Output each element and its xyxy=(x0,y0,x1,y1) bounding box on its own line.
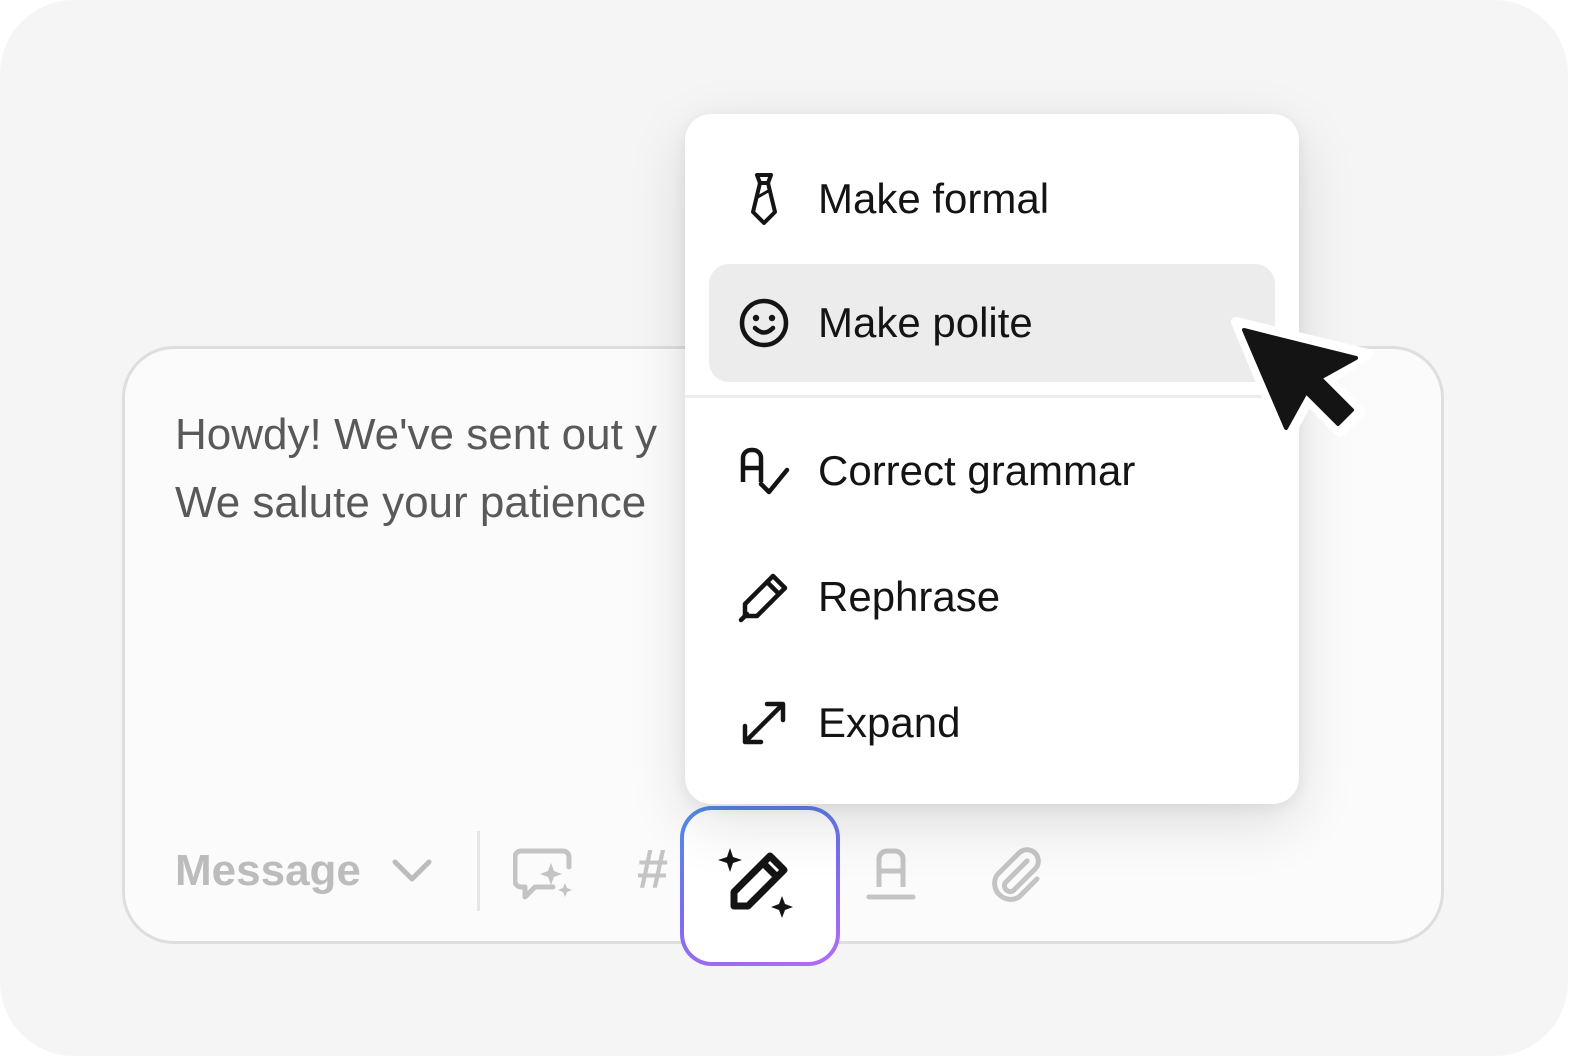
text-format-icon[interactable] xyxy=(863,843,927,907)
smiley-icon xyxy=(739,298,789,348)
menu-separator xyxy=(685,395,1299,398)
mode-label: Message xyxy=(175,846,361,895)
grammar-check-icon xyxy=(740,447,790,495)
menu-item-correct-grammar[interactable]: Correct grammar xyxy=(709,412,1275,530)
ai-rewrite-button-inner xyxy=(684,810,836,962)
pencil-icon xyxy=(738,573,788,623)
menu-label-correct-grammar: Correct grammar xyxy=(818,447,1136,494)
mode-select[interactable]: Message xyxy=(175,837,433,905)
expand-arrows-icon xyxy=(742,701,786,745)
ai-actions-menu: Make formal Make polite Correct grammar xyxy=(685,114,1299,804)
mouse-pointer-icon xyxy=(1231,317,1373,447)
hash-icon[interactable]: # xyxy=(637,835,668,903)
menu-label-make-polite: Make polite xyxy=(818,299,1033,346)
menu-item-expand[interactable]: Expand xyxy=(709,664,1275,782)
chat-sparkle-icon[interactable] xyxy=(513,843,577,907)
menu-item-make-formal[interactable]: Make formal xyxy=(709,140,1275,258)
menu-label-rephrase: Rephrase xyxy=(818,573,1001,620)
ai-rewrite-button[interactable] xyxy=(680,806,840,966)
paperclip-icon[interactable] xyxy=(983,843,1047,907)
menu-item-rephrase[interactable]: Rephrase xyxy=(709,538,1275,656)
chevron-down-icon xyxy=(392,859,432,882)
menu-item-make-polite[interactable]: Make polite xyxy=(709,264,1275,382)
menu-label-expand: Expand xyxy=(818,699,961,746)
toolbar-divider xyxy=(477,831,480,911)
app-canvas: Howdy! We've sent out y We salute your p… xyxy=(0,0,1568,1056)
menu-label-make-formal: Make formal xyxy=(818,175,1050,222)
ai-rewrite-icon xyxy=(718,848,793,918)
tie-icon xyxy=(751,173,777,225)
